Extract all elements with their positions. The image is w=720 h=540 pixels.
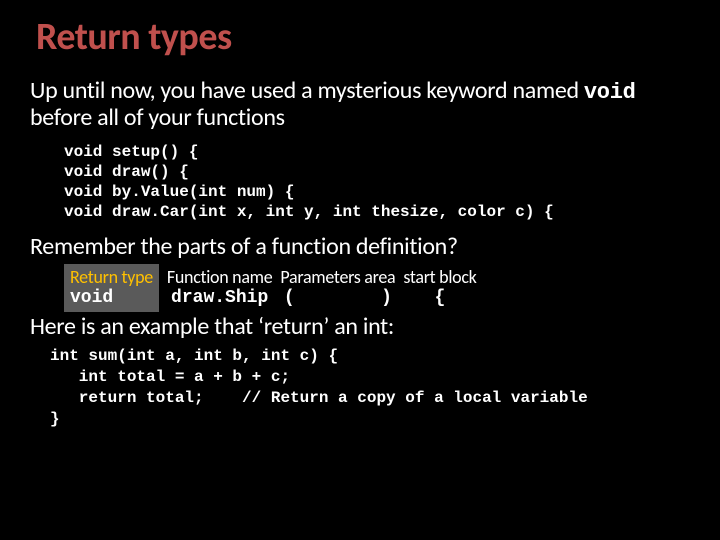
- slide-title: Return types: [0, 0, 720, 66]
- intro-text-a: Up until now, you have used a mysterious…: [30, 76, 584, 105]
- slide-body: Up until now, you have used a mysterious…: [0, 78, 720, 430]
- code-line: void draw.Car(int x, int y, int thesize,…: [64, 203, 554, 221]
- return-type-code: void: [70, 288, 153, 308]
- code-line: return total; // Return a copy of a loca…: [50, 389, 588, 407]
- code-line: int total = a + b + c;: [50, 368, 290, 386]
- start-block-label: start block: [403, 266, 476, 288]
- code-line: int sum(int a, int b, int c) {: [50, 347, 338, 365]
- void-keyword-inline: void: [584, 80, 636, 105]
- function-name-code: draw.Ship: [167, 288, 273, 308]
- parameters-col: Parameters area ( ): [280, 266, 395, 308]
- start-block-col: start block {: [403, 266, 476, 308]
- function-name-col: Function name draw.Ship: [167, 266, 273, 308]
- function-def-row: Return type void Function name draw.Ship…: [64, 264, 690, 312]
- code-examples-void: void setup() { void draw() { void by.Val…: [64, 142, 690, 222]
- return-type-label: Return type: [70, 266, 153, 288]
- code-line: void by.Value(int num) {: [64, 183, 294, 201]
- example-paragraph: Here is an example that ‘return’ an int:: [30, 314, 690, 340]
- parameters-code: ( ): [280, 288, 395, 308]
- paren-close: ): [381, 288, 392, 308]
- parameters-label: Parameters area: [280, 266, 395, 288]
- return-type-col: Return type void: [64, 264, 159, 312]
- code-example-sum: int sum(int a, int b, int c) { int total…: [50, 346, 690, 429]
- remember-paragraph: Remember the parts of a function definit…: [30, 234, 690, 260]
- start-block-code: {: [403, 288, 476, 308]
- intro-text-b: before all of your functions: [30, 103, 285, 132]
- paren-open: (: [284, 288, 295, 308]
- function-name-label: Function name: [167, 266, 273, 288]
- code-line: void setup() {: [64, 143, 198, 161]
- code-line: void draw() {: [64, 163, 189, 181]
- intro-paragraph: Up until now, you have used a mysterious…: [30, 78, 690, 132]
- code-line: }: [50, 410, 60, 428]
